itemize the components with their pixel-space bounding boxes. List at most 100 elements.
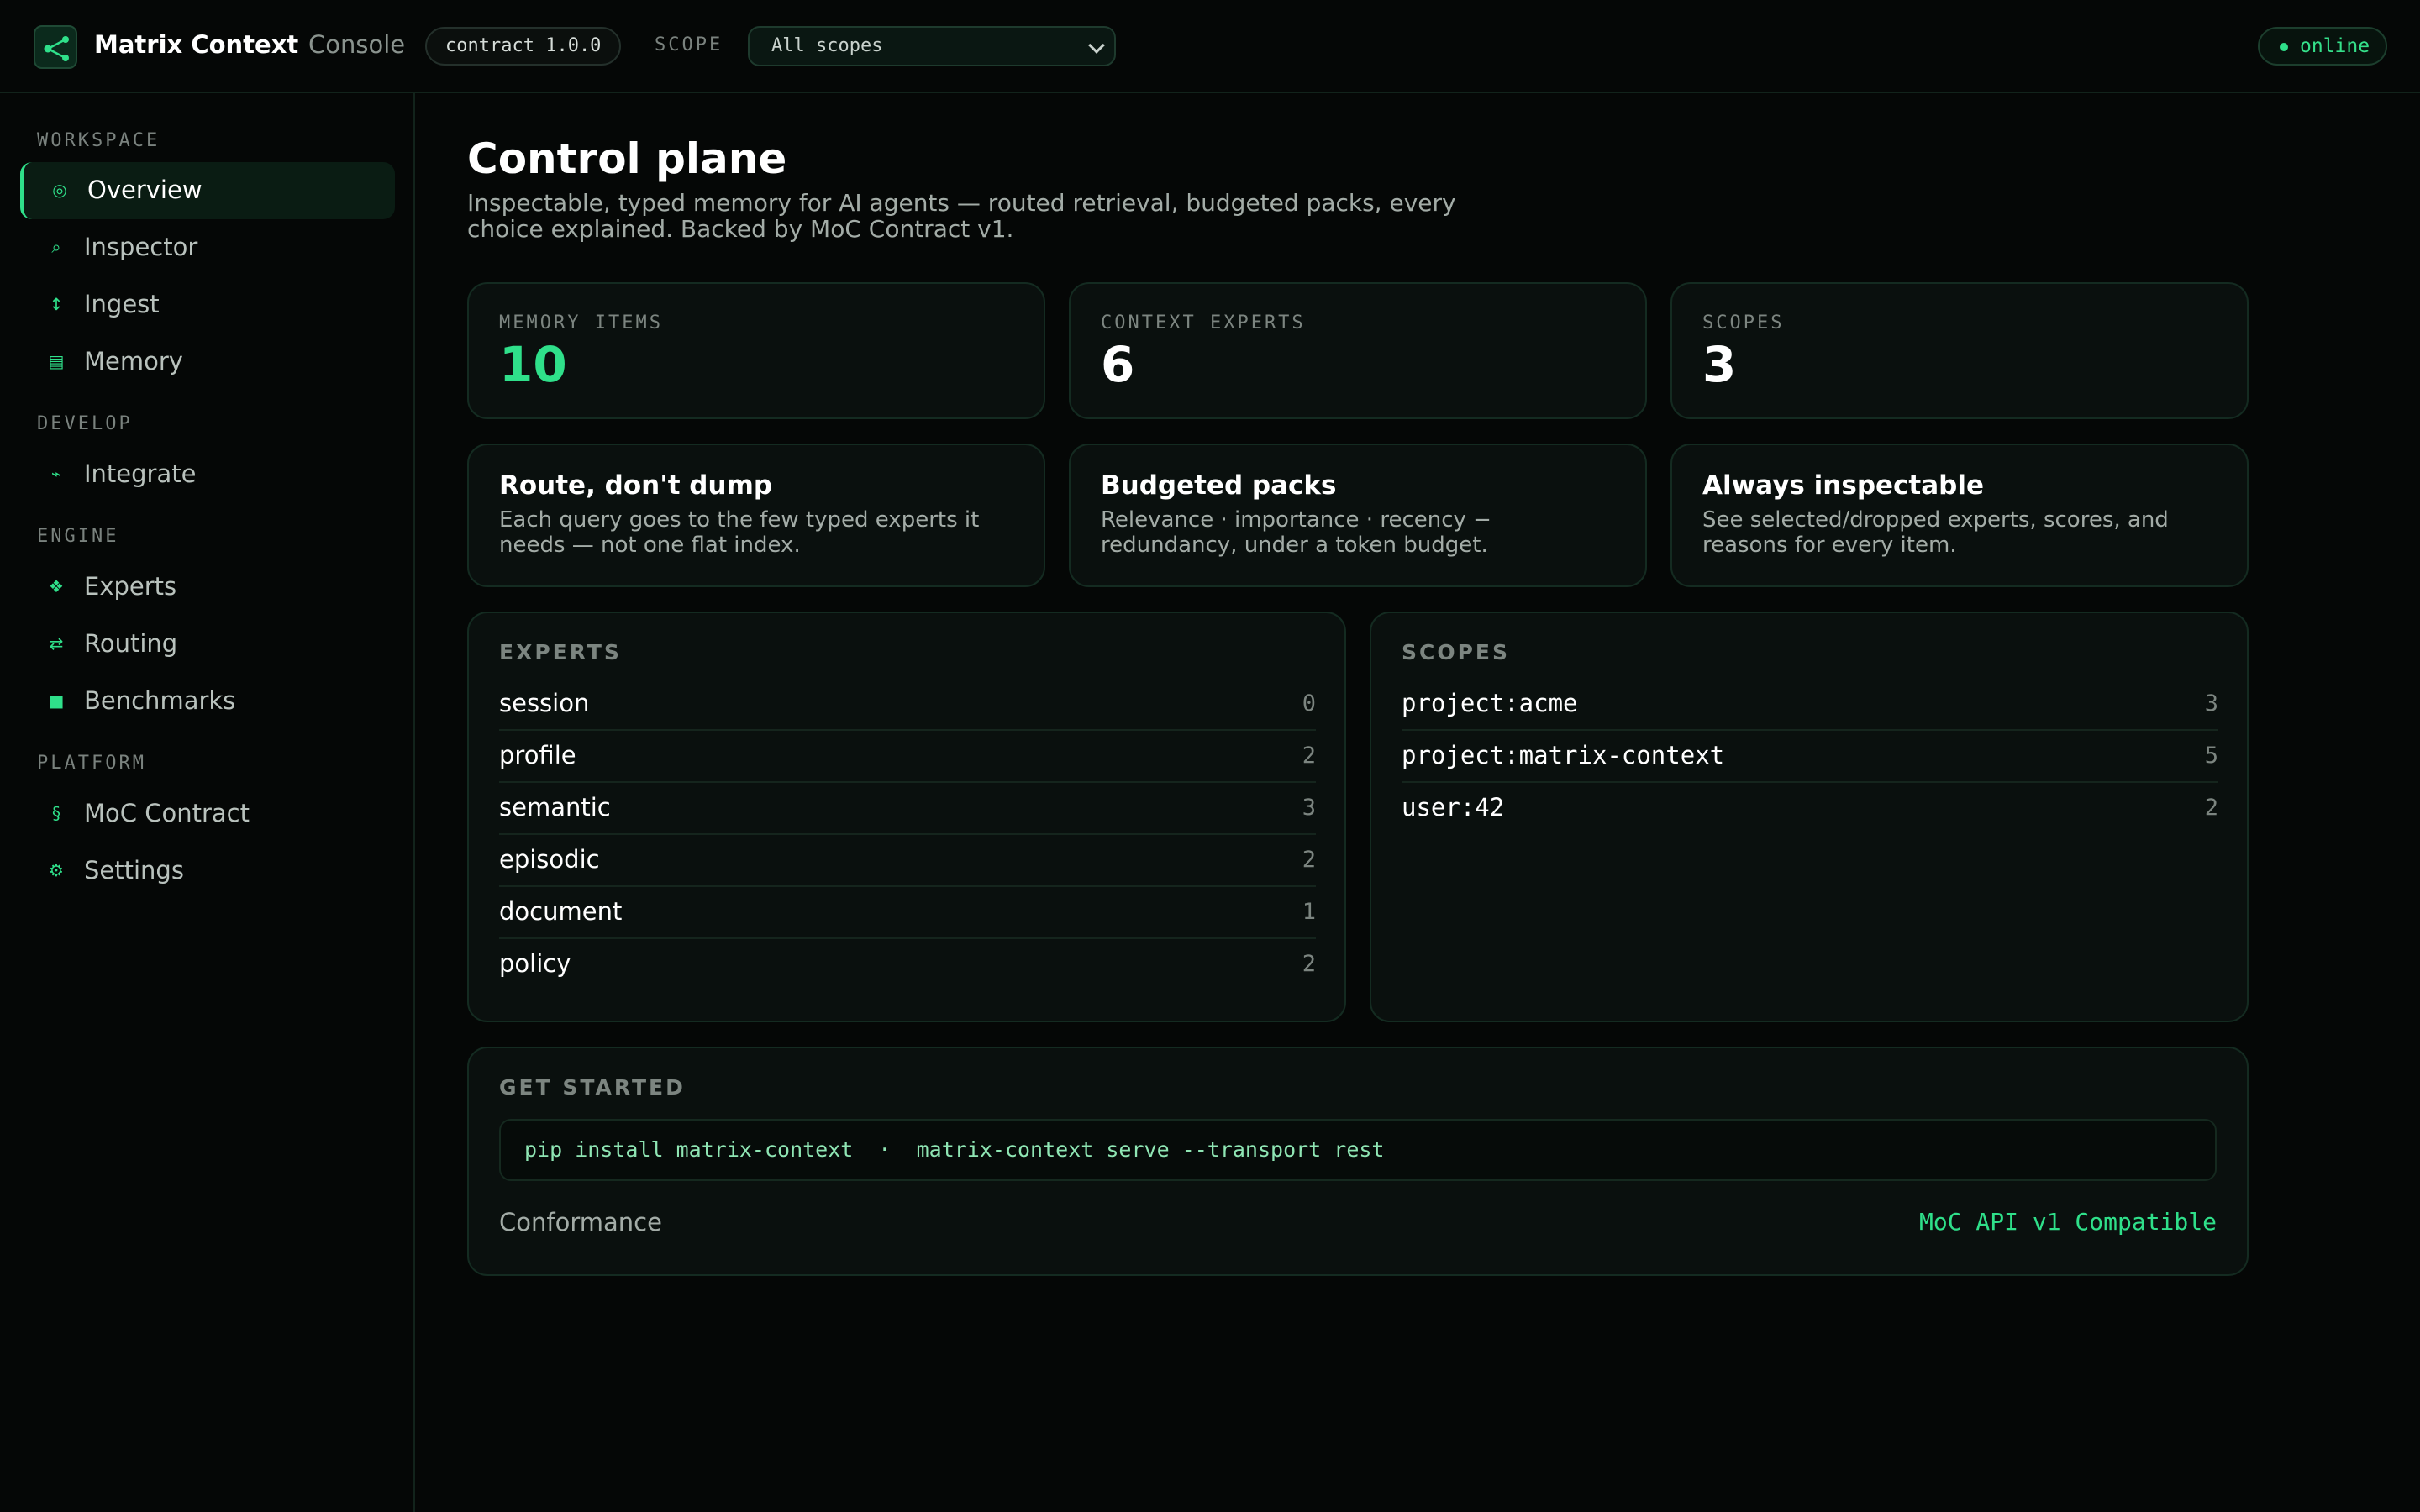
chevron-down-icon — [1088, 37, 1105, 54]
sidebar-item-moc-contract[interactable]: § MoC Contract — [20, 785, 395, 843]
panel-title: SCOPES — [1402, 640, 1511, 664]
get-started-panel: GET STARTED pip install matrix-context ·… — [467, 1047, 2249, 1276]
stat-label: SCOPES — [1702, 312, 1785, 333]
expert-count: 1 — [1302, 899, 1316, 925]
target-icon: ◎ — [52, 180, 67, 200]
scopes-panel: SCOPES project:acme 3 project:matrix-con… — [1370, 612, 2249, 1022]
sidebar-item-label: Settings — [84, 856, 184, 885]
scope-name: project:matrix-context — [1402, 741, 1725, 769]
list-item: document 1 — [499, 887, 1316, 939]
sidebar-item-settings[interactable]: ⚙ Settings — [20, 843, 395, 900]
experts-list: session 0 profile 2 semantic 3 episodic … — [499, 679, 1316, 991]
list-item: episodic 2 — [499, 835, 1316, 887]
feature-description: See selected/dropped experts, scores, an… — [1702, 507, 2169, 558]
conformance-value: MoC API v1 Compatible — [1918, 1208, 2217, 1236]
section-icon: § — [52, 803, 60, 823]
brand-name: Matrix Context — [94, 30, 299, 59]
status-text: online — [2300, 35, 2370, 57]
stat-value: 6 — [1101, 336, 1135, 393]
sidebar-item-label: Memory — [84, 347, 183, 375]
sidebar-item-memory[interactable]: ▤ Memory — [20, 333, 395, 391]
conformance-label: Conformance — [499, 1208, 662, 1236]
page-subtitle: Inspectable, typed memory for AI agents … — [467, 189, 1456, 243]
sidebar-section-develop: DEVELOP — [37, 413, 133, 434]
experts-panel: EXPERTS session 0 profile 2 semantic 3 e… — [467, 612, 1346, 1022]
stat-value: 10 — [499, 336, 567, 393]
feature-title: Budgeted packs — [1101, 470, 1337, 501]
sidebar-section-platform: PLATFORM — [37, 753, 146, 774]
sidebar-item-overview[interactable]: ◎ Overview — [20, 162, 395, 219]
scope-count: 3 — [2204, 690, 2218, 717]
stat-label: MEMORY ITEMS — [499, 312, 663, 333]
sidebar-section-workspace: WORKSPACE — [37, 130, 160, 151]
contract-version-badge: contract 1.0.0 — [425, 27, 622, 66]
sidebar-item-label: Ingest — [84, 290, 160, 318]
sidebar-item-label: Benchmarks — [84, 686, 236, 715]
sidebar-item-label: Integrate — [84, 459, 197, 488]
feature-title: Route, don't dump — [499, 470, 773, 501]
list-item: project:matrix-context 5 — [1402, 731, 2218, 783]
logo-icon — [34, 25, 77, 69]
status-badge: online — [2258, 27, 2387, 66]
list-item: policy 2 — [499, 939, 1316, 991]
sidebar-item-label: MoC Contract — [84, 799, 250, 827]
scope-select[interactable]: All scopes — [748, 26, 1116, 66]
feature-description: Each query goes to the few typed experts… — [499, 507, 980, 558]
diamond-icon: ❖ — [49, 576, 64, 596]
scopes-list: project:acme 3 project:matrix-context 5 … — [1402, 679, 2218, 835]
expert-count: 2 — [1302, 847, 1316, 873]
sidebar-item-label: Overview — [87, 176, 203, 204]
gear-icon: ⚙ — [49, 860, 64, 880]
sidebar-item-ingest[interactable]: ↕ Ingest — [20, 276, 395, 333]
expert-name: document — [499, 897, 623, 926]
arrows-vertical-icon: ↕ — [49, 294, 64, 314]
sidebar: WORKSPACE ◎ Overview ⌕ Inspector ↕ Inges… — [0, 93, 415, 1512]
expert-name: semantic — [499, 793, 611, 822]
sidebar-item-benchmarks[interactable]: ■ Benchmarks — [20, 673, 395, 730]
list-item: user:42 2 — [1402, 783, 2218, 835]
top-bar: Matrix Context Console contract 1.0.0 SC… — [0, 0, 2420, 93]
scope-label: SCOPE — [655, 34, 723, 55]
scope-count: 5 — [2204, 743, 2218, 769]
page-title: Control plane — [467, 134, 787, 183]
stat-card-context-experts: CONTEXT EXPERTS 6 — [1069, 282, 1647, 419]
sidebar-section-engine: ENGINE — [37, 526, 119, 547]
scope-name: project:acme — [1402, 689, 1578, 717]
feature-card-route: Route, don't dump Each query goes to the… — [467, 444, 1045, 587]
stat-value: 3 — [1702, 336, 1737, 393]
feature-card-inspectable: Always inspectable See selected/dropped … — [1670, 444, 2249, 587]
stat-label: CONTEXT EXPERTS — [1101, 312, 1306, 333]
feature-card-budgeted: Budgeted packs Relevance · importance · … — [1069, 444, 1647, 587]
sidebar-item-routing[interactable]: ⇄ Routing — [20, 616, 395, 673]
sidebar-item-label: Experts — [84, 572, 177, 601]
panel-title: EXPERTS — [499, 640, 622, 664]
scope-name: user:42 — [1402, 793, 1505, 822]
square-icon: ■ — [48, 690, 65, 711]
list-item: semantic 3 — [499, 783, 1316, 835]
list-item: profile 2 — [499, 731, 1316, 783]
sidebar-item-label: Routing — [84, 629, 178, 658]
expert-count: 2 — [1302, 951, 1316, 977]
expert-count: 3 — [1302, 795, 1316, 821]
expert-name: profile — [499, 741, 576, 769]
sidebar-item-label: Inspector — [84, 233, 198, 261]
plug-icon: ⌁ — [50, 464, 62, 484]
sidebar-item-integrate[interactable]: ⌁ Integrate — [20, 446, 395, 503]
panel-title: GET STARTED — [499, 1075, 686, 1100]
list-item: session 0 — [499, 679, 1316, 731]
status-dot-icon — [2280, 43, 2288, 51]
sidebar-item-experts[interactable]: ❖ Experts — [20, 559, 395, 616]
stat-card-scopes: SCOPES 3 — [1670, 282, 2249, 419]
expert-count: 2 — [1302, 743, 1316, 769]
sidebar-item-inspector[interactable]: ⌕ Inspector — [20, 219, 395, 276]
expert-name: episodic — [499, 845, 600, 874]
expert-name: policy — [499, 949, 571, 978]
swap-icon: ⇄ — [49, 633, 64, 654]
brand-subtitle: Console — [308, 30, 406, 59]
stat-card-memory-items: MEMORY ITEMS 10 — [467, 282, 1045, 419]
install-command[interactable]: pip install matrix-context · matrix-cont… — [499, 1119, 2217, 1181]
search-icon: ⌕ — [51, 237, 61, 257]
feature-description: Relevance · importance · recency − redun… — [1101, 507, 1491, 558]
grid-icon: ▤ — [48, 351, 65, 371]
feature-title: Always inspectable — [1702, 470, 1984, 501]
